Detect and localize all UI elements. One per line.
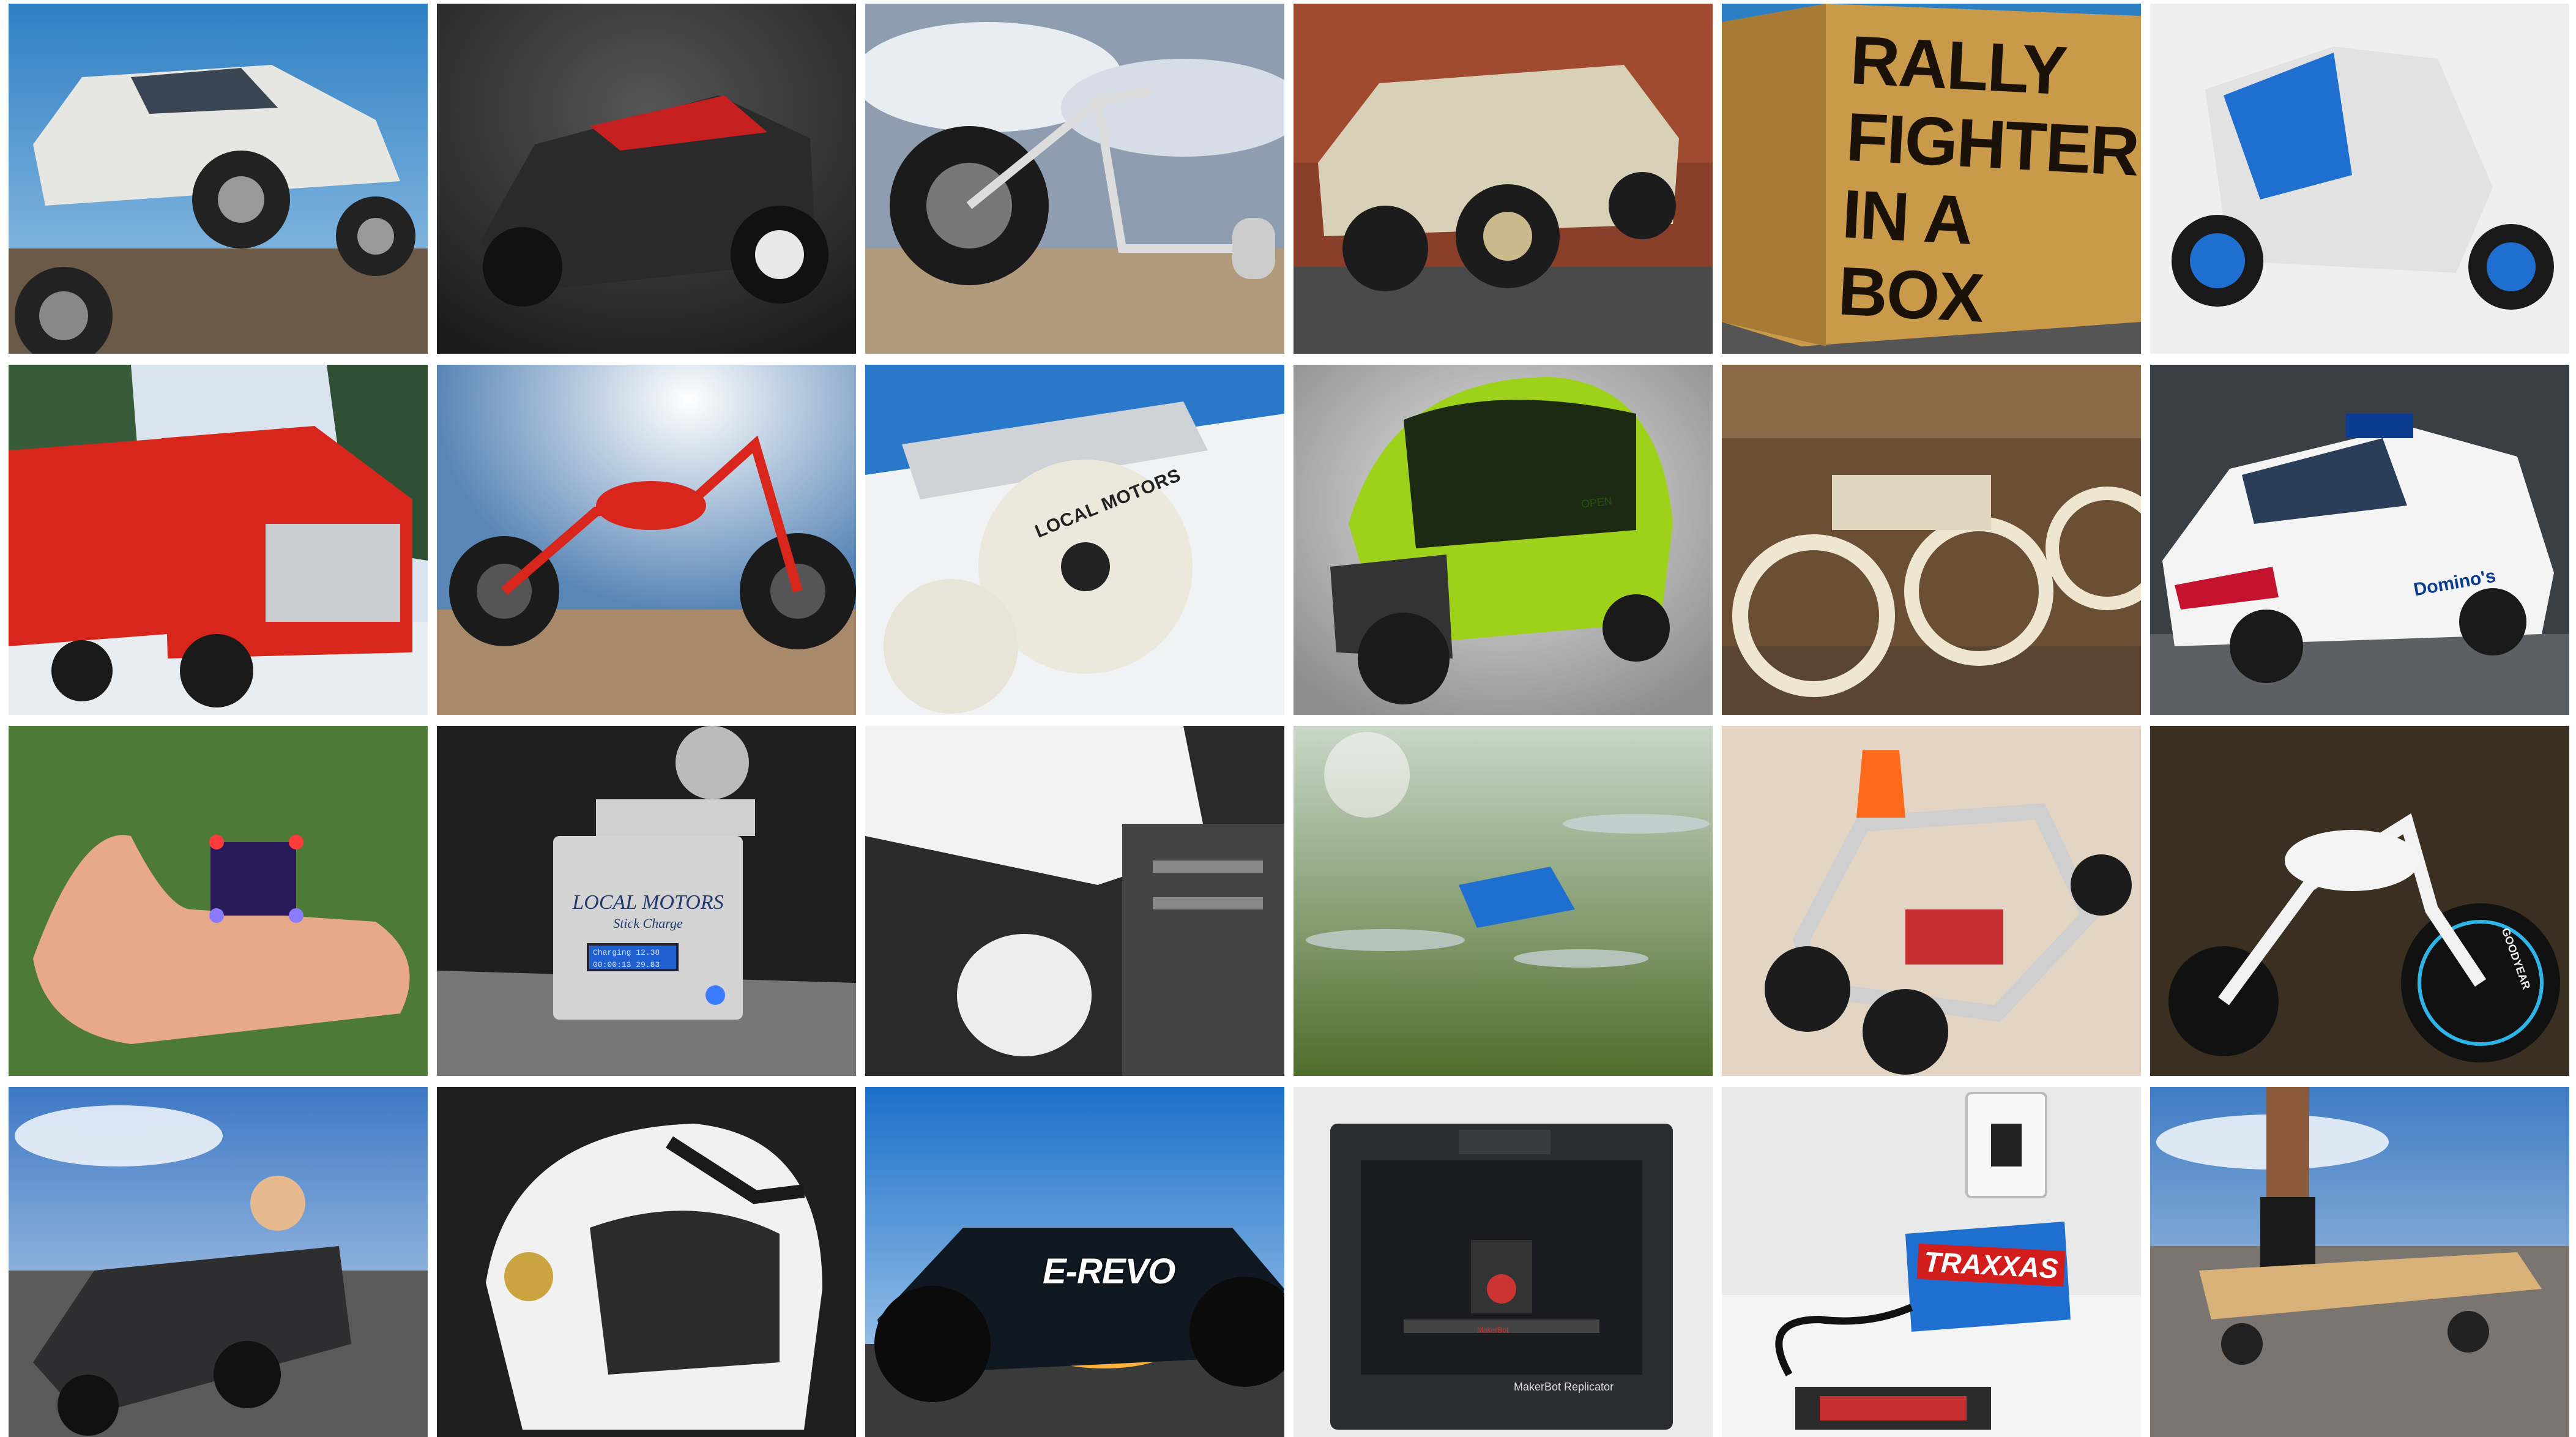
tile-mini-drone-hand[interactable] <box>9 726 428 1076</box>
tile-pod-car[interactable]: OPEN <box>1294 365 1713 715</box>
tile-stick-charge[interactable]: LOCAL MOTORS Stick Charge Charging 12.38… <box>437 726 856 1076</box>
blue-drone-photo <box>1294 726 1713 1076</box>
vintage-bikes-photo <box>1722 365 2141 715</box>
tile-military-vehicle[interactable] <box>1294 4 1713 354</box>
photo-grid: RALLY FIGHTER IN A BOX LOCAL MOTORS OPEN… <box>9 4 2571 1437</box>
tile-rally-fighter-jump[interactable] <box>9 4 428 354</box>
rally-fighter-photo <box>9 4 428 354</box>
white-motorcycle-photo <box>2150 726 2569 1076</box>
crate-line-2: FIGHTER <box>1844 98 2140 190</box>
charger-brand-text: LOCAL MOTORS <box>572 891 724 914</box>
tile-toy-car-child[interactable] <box>9 1087 428 1437</box>
three-wheeler-photo <box>2150 4 2569 354</box>
tile-white-motorcycle[interactable]: GOODYEAR <box>2150 726 2569 1076</box>
printer-photo <box>1294 1087 1713 1437</box>
tile-three-wheeler[interactable] <box>2150 4 2569 354</box>
charger-lcd: Charging 12.38 00:00:13 29.83 <box>587 943 679 971</box>
skateboard-photo <box>2150 1087 2569 1437</box>
toy-car-photo <box>9 1087 428 1437</box>
tile-skate-wheel[interactable]: LOCAL MOTORS <box>865 365 1284 715</box>
engine-photo <box>865 726 1284 1076</box>
skate-wheel-photo <box>865 365 1284 715</box>
helmet-photo <box>437 1087 856 1437</box>
tile-delivery-car[interactable]: Domino's <box>2150 365 2569 715</box>
crate-line-1: RALLY <box>1848 21 2069 110</box>
tile-engine-closeup[interactable] <box>865 726 1284 1076</box>
semi-truck-photo <box>9 365 428 715</box>
tile-vintage-bikes[interactable] <box>1722 365 2141 715</box>
military-vehicle-photo <box>1294 4 1713 354</box>
tile-rally-crate[interactable]: RALLY FIGHTER IN A BOX <box>1722 4 2141 354</box>
tile-semi-truck[interactable] <box>9 365 428 715</box>
chopper-photo <box>437 365 856 715</box>
tile-blue-drone[interactable] <box>1294 726 1713 1076</box>
delivery-car-photo <box>2150 365 2569 715</box>
crate-line-3: IN A BOX <box>1836 175 1986 337</box>
printer-small-label: MakerBot <box>1477 1326 1509 1334</box>
tile-go-kart[interactable] <box>1722 726 2141 1076</box>
tile-erevo-rc-truck[interactable]: E-REVO <box>865 1087 1284 1437</box>
mini-drone-photo <box>9 726 428 1076</box>
lcd-line-1: Charging 12.38 <box>593 948 660 957</box>
printer-name-text: MakerBot Replicator <box>1514 1381 1614 1393</box>
tile-red-chopper[interactable] <box>437 365 856 715</box>
tile-3d-printer[interactable]: MakerBot MakerBot Replicator <box>1294 1087 1713 1437</box>
tile-skateboard[interactable] <box>2150 1087 2569 1437</box>
lcd-line-2: 00:00:13 29.83 <box>593 960 660 969</box>
crate-text: RALLY FIGHTER IN A BOX <box>1836 21 2140 343</box>
go-kart-photo <box>1722 726 2141 1076</box>
charger-sub-text: Stick Charge <box>613 916 683 931</box>
pod-car-photo <box>1294 365 1713 715</box>
tile-helmet[interactable] <box>437 1087 856 1437</box>
tile-drift-trike[interactable] <box>865 4 1284 354</box>
tile-3d-printed-car[interactable] <box>437 4 856 354</box>
drift-trike-photo <box>865 4 1284 354</box>
rc-brand-text: E-REVO <box>1043 1252 1175 1291</box>
tile-traxxas-charger[interactable]: TRAXXAS <box>1722 1087 2141 1437</box>
printed-car-photo <box>437 4 856 354</box>
